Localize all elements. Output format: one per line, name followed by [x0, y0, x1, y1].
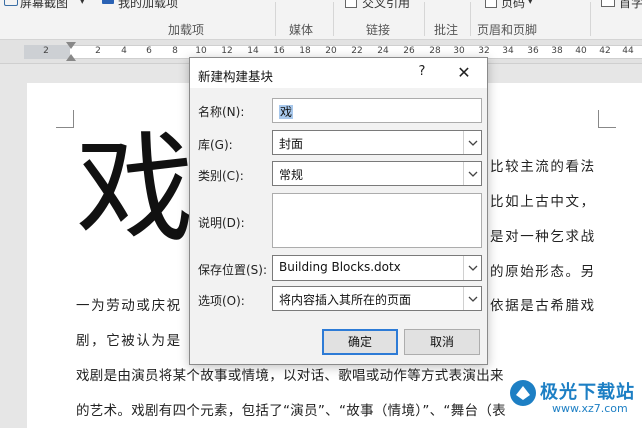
save-location-value: Building Blocks.dotx — [279, 260, 401, 274]
document-line: 比较主流的看法 — [490, 159, 596, 175]
ruler-number: 24 — [377, 46, 389, 56]
ruler-number: 40 — [575, 46, 587, 56]
ruler-number: 16 — [273, 46, 285, 56]
group-media: 媒体 — [289, 23, 314, 37]
ruler-number: 2 — [43, 46, 49, 56]
group-divider — [333, 2, 334, 36]
page-number-button[interactable]: 页码 — [501, 0, 525, 11]
cross-reference-icon — [345, 0, 357, 8]
chevron-down-icon[interactable]: ▾ — [528, 0, 533, 7]
ruler-number: 26 — [403, 46, 415, 56]
ribbon: 屏幕截图 ▾ 我的加载项 交叉引用 页码 ▾ 首字 加载项 媒体 链接 批注 页… — [0, 0, 642, 40]
ruler-number: 34 — [502, 46, 514, 56]
chevron-down-icon[interactable] — [463, 162, 481, 185]
drop-cap-button[interactable]: 首字 — [619, 0, 642, 11]
ruler-number: 38 — [551, 46, 563, 56]
ok-button[interactable]: 确定 — [322, 329, 398, 355]
watermark-logo-icon — [510, 380, 536, 406]
chevron-down-icon[interactable]: ▾ — [80, 0, 85, 7]
drop-cap-icon — [601, 0, 615, 7]
group-divider — [470, 2, 471, 36]
category-select[interactable]: 常规 — [272, 161, 482, 186]
drop-cap-character[interactable]: 戏 — [76, 130, 194, 248]
chevron-down-icon[interactable] — [463, 287, 481, 310]
gallery-label: 库(G): — [198, 138, 233, 152]
ruler-number: 42 — [599, 46, 611, 56]
ruler-number: 6 — [146, 46, 152, 56]
page-number-icon — [485, 0, 497, 8]
ruler-number: 10 — [195, 46, 207, 56]
ruler-number: 4 — [121, 46, 127, 56]
ruler-number: 14 — [247, 46, 259, 56]
save-location-select[interactable]: Building Blocks.dotx — [272, 255, 482, 281]
dialog-title: 新建构建基块 — [198, 69, 274, 84]
help-button[interactable]: ? — [414, 64, 430, 82]
document-line: 依据是古希腊戏 — [490, 298, 596, 314]
name-input-value: 戏 — [279, 105, 294, 119]
chevron-down-icon[interactable] — [463, 256, 481, 280]
store-icon — [102, 0, 114, 4]
document-line: 比如上古中文， — [490, 194, 596, 210]
ruler-number: 20 — [325, 46, 337, 56]
cancel-button[interactable]: 取消 — [404, 329, 480, 355]
group-comments: 批注 — [434, 23, 459, 37]
close-icon: ✕ — [457, 63, 471, 82]
group-divider — [424, 2, 425, 36]
chevron-down-icon[interactable] — [463, 131, 481, 154]
document-line: 的原始形态。另 — [490, 264, 596, 280]
crop-mark — [598, 110, 616, 128]
screenshot-icon — [4, 0, 18, 6]
ruler-number: 32 — [478, 46, 490, 56]
category-label: 类别(C): — [198, 169, 244, 183]
document-line: 是对一种乞求战 — [490, 229, 596, 245]
first-line-indent-marker[interactable] — [66, 42, 76, 49]
ruler-number: 36 — [527, 46, 539, 56]
ruler-number: 8 — [172, 46, 178, 56]
group-links: 链接 — [366, 23, 391, 37]
watermark-text: 极光下载站 — [540, 382, 635, 403]
ruler-number: 18 — [299, 46, 311, 56]
description-label: 说明(D): — [198, 216, 245, 230]
name-input[interactable]: 戏 — [272, 98, 482, 123]
document-line: 的艺术。戏剧有四个元素，包括了“演员”、“故事（情境）”、“舞台（表 — [76, 403, 506, 419]
group-divider — [590, 2, 591, 36]
cross-reference-button[interactable]: 交叉引用 — [362, 0, 410, 11]
description-textarea[interactable] — [272, 193, 482, 248]
save-location-label: 保存位置(S): — [198, 263, 268, 277]
dialog-title-bar[interactable]: 新建构建基块 ? ✕ — [190, 58, 487, 88]
gallery-select-value: 封面 — [279, 137, 304, 151]
watermark: 极光下载站 www.xz7.com — [500, 372, 642, 428]
options-select[interactable]: 将内容插入其所在的页面 — [272, 286, 482, 311]
close-button[interactable]: ✕ — [452, 62, 476, 84]
screenshot-button[interactable]: 屏幕截图 — [20, 0, 68, 11]
name-label: 名称(N): — [198, 105, 245, 119]
group-header-footer: 页眉和页脚 — [477, 23, 538, 37]
ruler-number: 22 — [351, 46, 363, 56]
my-addins-button[interactable]: 我的加载项 — [118, 0, 178, 11]
ruler-number: 44 — [622, 46, 634, 56]
group-addins: 加载项 — [168, 23, 205, 37]
ruler-number: 2 — [95, 46, 101, 56]
category-select-value: 常规 — [279, 168, 304, 182]
document-line: 一为劳动或庆祝 — [76, 298, 182, 314]
ruler-number: 30 — [453, 46, 465, 56]
ruler-number: 28 — [429, 46, 441, 56]
ruler-number: 12 — [221, 46, 233, 56]
gallery-select[interactable]: 封面 — [272, 130, 482, 155]
options-value: 将内容插入其所在的页面 — [279, 293, 412, 307]
new-building-block-dialog: 新建构建基块 ? ✕ 名称(N): 戏 库(G): 封面 类别(C): 常规 说… — [189, 57, 488, 365]
crop-mark — [56, 110, 74, 128]
watermark-url: www.xz7.com — [552, 402, 628, 415]
options-label: 选项(O): — [198, 294, 245, 308]
group-divider — [275, 2, 276, 36]
document-line: 剧，它被认为是 — [76, 333, 182, 349]
hanging-indent-marker[interactable] — [66, 54, 76, 61]
document-line: 戏剧是由演员将某个故事或情境，以对话、歌唱或动作等方式表演出来 — [76, 368, 504, 384]
